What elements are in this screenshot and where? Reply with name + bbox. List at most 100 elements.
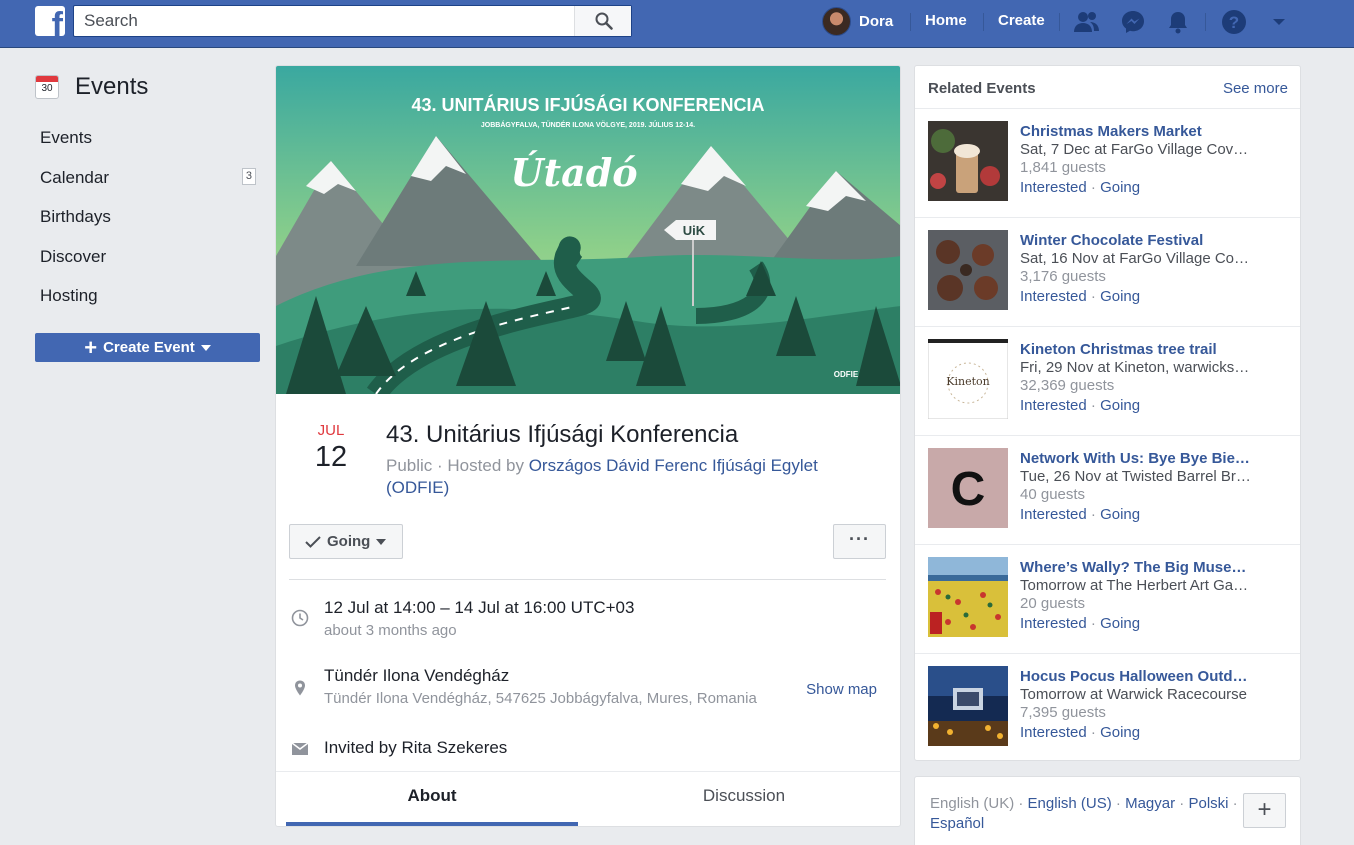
event-address: Tündér Ilona Vendégház, 547625 Jobbágyfa… (324, 690, 757, 707)
search-icon (595, 12, 613, 30)
notifications-bell-icon[interactable] (1164, 8, 1192, 36)
checkmark-icon (305, 535, 321, 548)
help-icon[interactable]: ? (1220, 8, 1248, 36)
going-link[interactable]: Going (1100, 506, 1140, 523)
sidebar-item-discover[interactable]: Discover (35, 244, 260, 284)
cover-heading: 43. UNITÁRIUS IFJÚSÁGI KONFERENCIA (411, 94, 764, 115)
interested-link[interactable]: Interested (1020, 724, 1087, 741)
facebook-logo-icon[interactable]: f (35, 6, 65, 36)
related-event-date: Fri, 29 Nov at Kineton, warwicks… (1020, 359, 1250, 376)
related-event-guests: 20 guests (1020, 595, 1086, 612)
account-menu-caret-icon[interactable] (1265, 8, 1293, 36)
show-map-link[interactable]: Show map (806, 681, 877, 698)
cover-logo: ODFIE (834, 370, 859, 379)
related-event-title[interactable]: Kineton Christmas tree trail (1020, 341, 1252, 358)
separator-dot: · (1175, 795, 1189, 812)
event-thumbnail[interactable] (928, 121, 1008, 201)
related-event-date: Sat, 16 Nov at FarGo Village Co… (1020, 250, 1249, 267)
cover-sign-text: UiK (683, 223, 706, 238)
tab-discussion[interactable]: Discussion (598, 786, 890, 806)
related-event-guests: 32,369 guests (1020, 377, 1115, 394)
active-tab-indicator (286, 822, 578, 826)
sidebar-item-calendar[interactable]: Calendar 3 (35, 165, 260, 205)
related-event-title[interactable]: Winter Chocolate Festival (1020, 232, 1252, 249)
clock-icon (291, 609, 309, 627)
event-thumbnail[interactable] (928, 557, 1008, 637)
event-location-row: Tündér Ilona Vendégház Tündér Ilona Vend… (289, 666, 886, 716)
more-options-button[interactable]: ··· (833, 524, 886, 559)
separator-dot: · (1111, 795, 1126, 812)
related-event-item: Winter Chocolate Festival Sat, 16 Nov at… (915, 218, 1300, 327)
going-label: Going (327, 533, 371, 550)
related-events-panel: Related Events See more Christmas Makers… (914, 65, 1301, 761)
separator-dot: · (1086, 179, 1101, 196)
event-invite-row: Invited by Rita Szekeres (289, 736, 886, 766)
going-link[interactable]: Going (1100, 724, 1140, 741)
sidebar-nav: Events Calendar 3 Birthdays Discover Host… (35, 125, 260, 323)
event-thumbnail[interactable]: C (928, 448, 1008, 528)
see-more-link[interactable]: See more (1223, 80, 1288, 97)
location-pin-icon (295, 680, 305, 696)
related-event-guests: 7,395 guests (1020, 704, 1106, 721)
event-place[interactable]: Tündér Ilona Vendégház (324, 666, 509, 686)
thumbnail-letter: C (951, 463, 986, 516)
search-button[interactable] (574, 6, 631, 36)
messenger-icon[interactable] (1119, 8, 1147, 36)
divider (289, 579, 886, 580)
related-event-title[interactable]: Network With Us: Bye Bye Bie… (1020, 450, 1252, 467)
avatar (822, 6, 851, 36)
interested-link[interactable]: Interested (1020, 179, 1087, 196)
create-link[interactable]: Create (998, 12, 1045, 29)
divider (276, 771, 900, 772)
cover-script-title: Útadó (510, 150, 637, 195)
search-input[interactable] (74, 6, 574, 36)
friend-requests-icon[interactable] (1073, 8, 1101, 36)
language-link[interactable]: Español (930, 815, 984, 832)
language-link[interactable]: Magyar (1125, 795, 1175, 812)
create-event-button[interactable]: + Create Event (35, 333, 260, 362)
separator-dot: · (1086, 724, 1101, 741)
separator-dot: · (1086, 615, 1101, 632)
sidebar-item-label: Hosting (40, 286, 98, 305)
language-link[interactable]: English (US) (1028, 795, 1112, 812)
event-thumbnail[interactable]: Kineton (928, 339, 1008, 419)
going-link[interactable]: Going (1100, 288, 1140, 305)
going-button[interactable]: Going (289, 524, 403, 559)
language-link[interactable]: Polski (1188, 795, 1228, 812)
cover-subheading: JOBBÁGYFALVA, TÜNDÉR ILONA VÖLGYE, 2019.… (481, 120, 695, 129)
related-event-title[interactable]: Where’s Wally? The Big Muse… (1020, 559, 1252, 576)
envelope-icon (291, 742, 309, 755)
sidebar-item-birthdays[interactable]: Birthdays (35, 204, 260, 244)
language-selector: English (UK) · English (US) · Magyar · P… (914, 776, 1301, 845)
add-language-button[interactable]: + (1243, 793, 1286, 828)
event-subtitle: Public · Hosted by Országos Dávid Ferenc… (386, 455, 846, 499)
related-event-item: C Network With Us: Bye Bye Bie… Tue, 26 … (915, 436, 1300, 545)
event-thumbnail[interactable] (928, 666, 1008, 746)
profile-link[interactable]: Dora (822, 6, 893, 36)
separator-dot: · (1014, 795, 1028, 812)
sidebar-item-events[interactable]: Events (35, 125, 260, 165)
going-link[interactable]: Going (1100, 397, 1140, 414)
plus-icon: + (84, 334, 98, 360)
related-event-title[interactable]: Hocus Pocus Halloween Outd… (1020, 668, 1252, 685)
going-link[interactable]: Going (1100, 179, 1140, 196)
interested-link[interactable]: Interested (1020, 615, 1087, 632)
related-event-title[interactable]: Christmas Makers Market (1020, 123, 1252, 140)
sidebar-item-label: Calendar (40, 167, 109, 187)
home-link[interactable]: Home (925, 12, 967, 29)
tab-about[interactable]: About (286, 786, 578, 806)
interested-link[interactable]: Interested (1020, 506, 1087, 523)
nav-divider (1059, 13, 1060, 31)
caret-down-icon (376, 538, 387, 545)
event-thumbnail[interactable] (928, 230, 1008, 310)
sidebar-item-hosting[interactable]: Hosting (35, 283, 260, 323)
event-cover-image[interactable]: UiK 43. UNITÁRIUS IFJÚSÁGI KONFERENCIA J… (276, 66, 901, 394)
interested-link[interactable]: Interested (1020, 397, 1087, 414)
related-event-date: Tomorrow at Warwick Racecourse (1020, 686, 1247, 703)
interested-link[interactable]: Interested (1020, 288, 1087, 305)
page-title: Events (75, 73, 149, 100)
going-link[interactable]: Going (1100, 615, 1140, 632)
calendar-icon-number: 30 (41, 83, 53, 94)
sidebar-item-label: Discover (40, 246, 107, 266)
event-day: 12 (314, 441, 348, 473)
